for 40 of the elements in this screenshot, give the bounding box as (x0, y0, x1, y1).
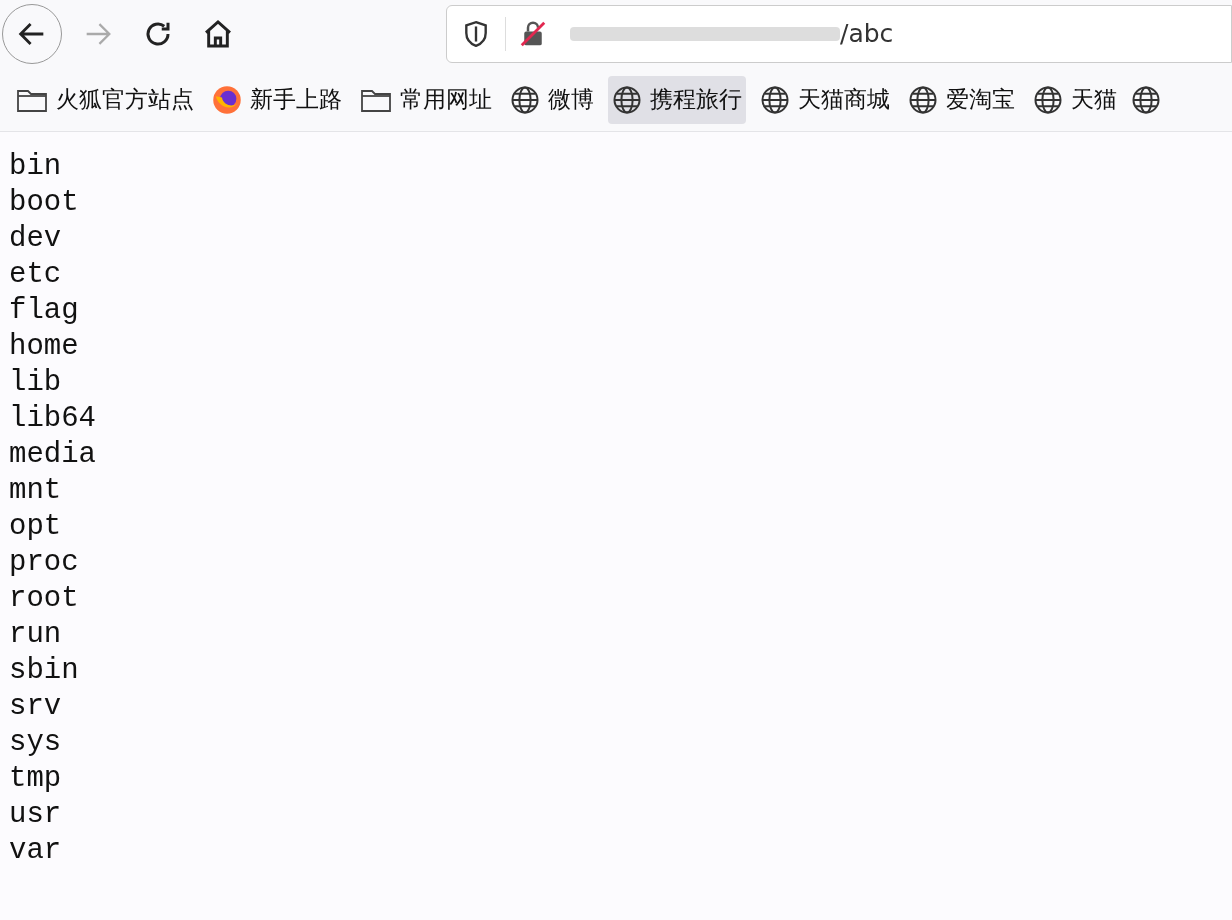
directory-name: mnt (9, 473, 62, 509)
directory-name: boot (9, 185, 79, 221)
directory-name: home (9, 329, 79, 365)
directory-name: dev (9, 221, 62, 257)
globe-icon (760, 84, 790, 115)
browser-logo-icon (212, 84, 242, 115)
directory-name: opt (9, 509, 62, 545)
bookmark-item[interactable]: 微博 (506, 75, 598, 124)
directory-name: srv (9, 689, 62, 725)
bookmark-item[interactable]: 常用网址 (356, 75, 496, 124)
address-bar[interactable]: /abc (446, 5, 1232, 63)
directory-name: root (9, 581, 79, 617)
directory-name: media (9, 437, 96, 473)
directory-name: lib (9, 365, 62, 401)
shield-icon (463, 20, 489, 48)
bookmark-item[interactable]: 携程旅行 (608, 75, 746, 124)
globe-icon (908, 84, 938, 115)
directory-name: flag (9, 293, 79, 329)
bookmark-item[interactable]: 火狐官方站点 (12, 75, 198, 124)
globe-icon (510, 84, 540, 115)
directory-name: run (9, 617, 62, 653)
directory-name: usr (9, 797, 62, 833)
globe-icon (612, 84, 642, 115)
directory-name: sys (9, 725, 62, 761)
directory-name: lib64 (9, 401, 96, 437)
home-icon (202, 18, 234, 50)
bookmark-item[interactable]: 天猫 (1029, 75, 1121, 124)
directory-name: sbin (9, 653, 79, 689)
bookmark-item[interactable]: 爱淘宝 (904, 75, 1019, 124)
bookmark-item[interactable]: 新手上路 (208, 75, 346, 124)
globe-icon (1033, 84, 1063, 115)
insecure-lock-icon (518, 19, 548, 49)
directory-name: tmp (9, 761, 62, 797)
directory-name: bin (9, 149, 62, 185)
directory-name: etc (9, 257, 62, 293)
bookmark-item[interactable]: 天猫商城 (756, 75, 894, 124)
directory-name: var (9, 833, 62, 869)
globe-icon (1131, 84, 1161, 115)
url-text: /abc (840, 18, 894, 51)
directory-name: proc (9, 545, 79, 581)
